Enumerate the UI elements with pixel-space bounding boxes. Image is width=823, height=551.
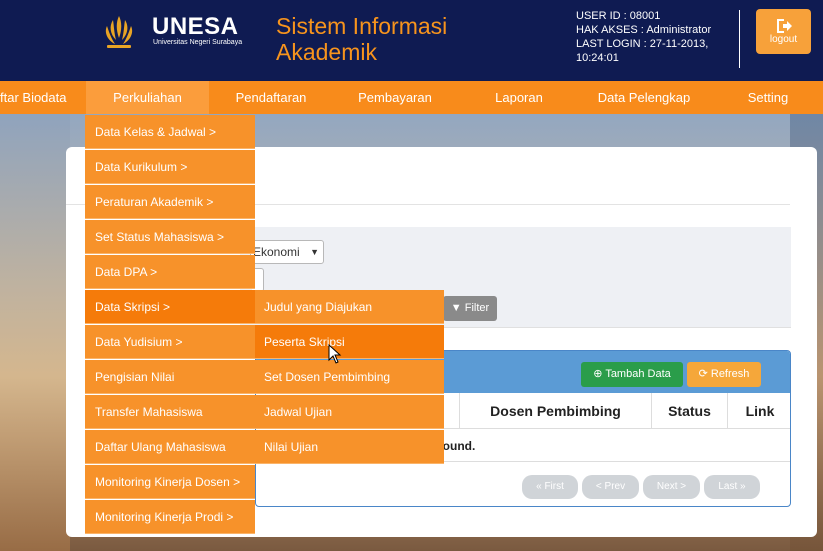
hak-akses: HAK AKSES : Administrator xyxy=(576,24,712,36)
column-header-link[interactable]: Link xyxy=(728,393,790,429)
menu-data-yudisium[interactable]: Data Yudisium > xyxy=(85,325,255,359)
top-header: UNESA Universitas Negeri Surabaya Sistem… xyxy=(0,0,823,81)
last-login-time: 10:24:01 xyxy=(576,52,619,64)
logo-name: UNESA xyxy=(152,13,239,40)
app-title: Sistem Informasi Akademik xyxy=(276,13,496,65)
pager-last-button[interactable]: Last » xyxy=(704,475,760,499)
menu-data-kurikulum[interactable]: Data Kurikulum > xyxy=(85,150,255,184)
nav-perkuliahan[interactable]: Perkuliahan xyxy=(86,81,209,114)
main-navbar: ftar Biodata Perkuliahan Pendaftaran Pem… xyxy=(0,81,823,114)
menu-data-kelas-jadwal[interactable]: Data Kelas & Jadwal > xyxy=(85,115,255,149)
app-title-line2: Akademik xyxy=(276,39,377,65)
last-login: LAST LOGIN : 27-11-2013, xyxy=(576,38,709,50)
pager-first-button[interactable]: « First xyxy=(522,475,578,499)
menu-monitoring-kinerja-prodi[interactable]: Monitoring Kinerja Prodi > xyxy=(85,500,255,534)
filter-label: Filter xyxy=(464,302,490,314)
background-left xyxy=(0,114,70,551)
user-info: USER ID : 08001 HAK AKSES : Administrato… xyxy=(576,9,726,65)
refresh-button[interactable]: ⟳ Refresh xyxy=(687,362,761,387)
nav-laporan[interactable]: Laporan xyxy=(484,81,554,114)
column-header-dosen-pembimbing[interactable]: Dosen Pembimbing xyxy=(460,393,652,429)
refresh-label: Refresh xyxy=(710,368,750,380)
nav-data-pelengkap[interactable]: Data Pelengkap xyxy=(590,81,698,114)
submenu-set-dosen-pembimbing[interactable]: Set Dosen Pembimbing xyxy=(255,360,444,394)
chevron-down-icon: ▼ xyxy=(310,247,319,257)
menu-pengisian-nilai[interactable]: Pengisian Nilai xyxy=(85,360,255,394)
logout-icon xyxy=(776,19,792,33)
pager-prev-button[interactable]: < Prev xyxy=(582,475,639,499)
menu-daftar-ulang-mahasiswa[interactable]: Daftar Ulang Mahasiswa xyxy=(85,430,255,464)
nav-pembayaran[interactable]: Pembayaran xyxy=(350,81,440,114)
filter-icon: ▼ xyxy=(450,302,462,314)
menu-data-dpa[interactable]: Data DPA > xyxy=(85,255,255,289)
column-header-status[interactable]: Status xyxy=(652,393,728,429)
nav-setting[interactable]: Setting xyxy=(738,81,798,114)
app-title-line1: Sistem Informasi xyxy=(276,13,448,39)
logout-button[interactable]: logout xyxy=(756,9,811,54)
mouse-pointer-icon xyxy=(328,344,342,364)
menu-transfer-mahasiswa[interactable]: Transfer Mahasiswa xyxy=(85,395,255,429)
refresh-icon: ⟳ xyxy=(698,368,708,380)
user-id: USER ID : 08001 xyxy=(576,10,661,22)
submenu-jadwal-ujian[interactable]: Jadwal Ujian xyxy=(255,395,444,429)
unesa-logo[interactable]: UNESA Universitas Negeri Surabaya xyxy=(99,12,243,52)
menu-set-status-mahasiswa[interactable]: Set Status Mahasiswa > xyxy=(85,220,255,254)
pager-next-button[interactable]: Next > xyxy=(643,475,700,499)
tambah-data-label: Tambah Data xyxy=(605,368,671,380)
unesa-emblem-icon xyxy=(105,16,133,48)
menu-monitoring-kinerja-dosen[interactable]: Monitoring Kinerja Dosen > xyxy=(85,465,255,499)
logo-subtitle: Universitas Negeri Surabaya xyxy=(153,39,243,46)
submenu-nilai-ujian[interactable]: Nilai Ujian xyxy=(255,430,444,464)
logout-label: logout xyxy=(769,34,798,45)
fakultas-select[interactable]: Ekonomi ▼ xyxy=(250,240,324,264)
submenu-judul-diajukan[interactable]: Judul yang Diajukan xyxy=(255,290,444,324)
menu-data-skripsi[interactable]: Data Skripsi > xyxy=(85,290,255,324)
menu-peraturan-akademik[interactable]: Peraturan Akademik > xyxy=(85,185,255,219)
header-divider xyxy=(739,10,740,68)
filter-button[interactable]: ▼ Filter xyxy=(443,296,497,321)
nav-daftar-biodata[interactable]: ftar Biodata xyxy=(0,81,70,114)
tambah-data-button[interactable]: ⊕ Tambah Data xyxy=(581,362,683,387)
plus-circle-icon: ⊕ xyxy=(593,368,603,380)
fakultas-select-value: Ekonomi xyxy=(253,245,300,259)
submenu-peserta-skripsi[interactable]: Peserta Skripsi xyxy=(255,325,444,359)
nav-pendaftaran[interactable]: Pendaftaran xyxy=(222,81,320,114)
